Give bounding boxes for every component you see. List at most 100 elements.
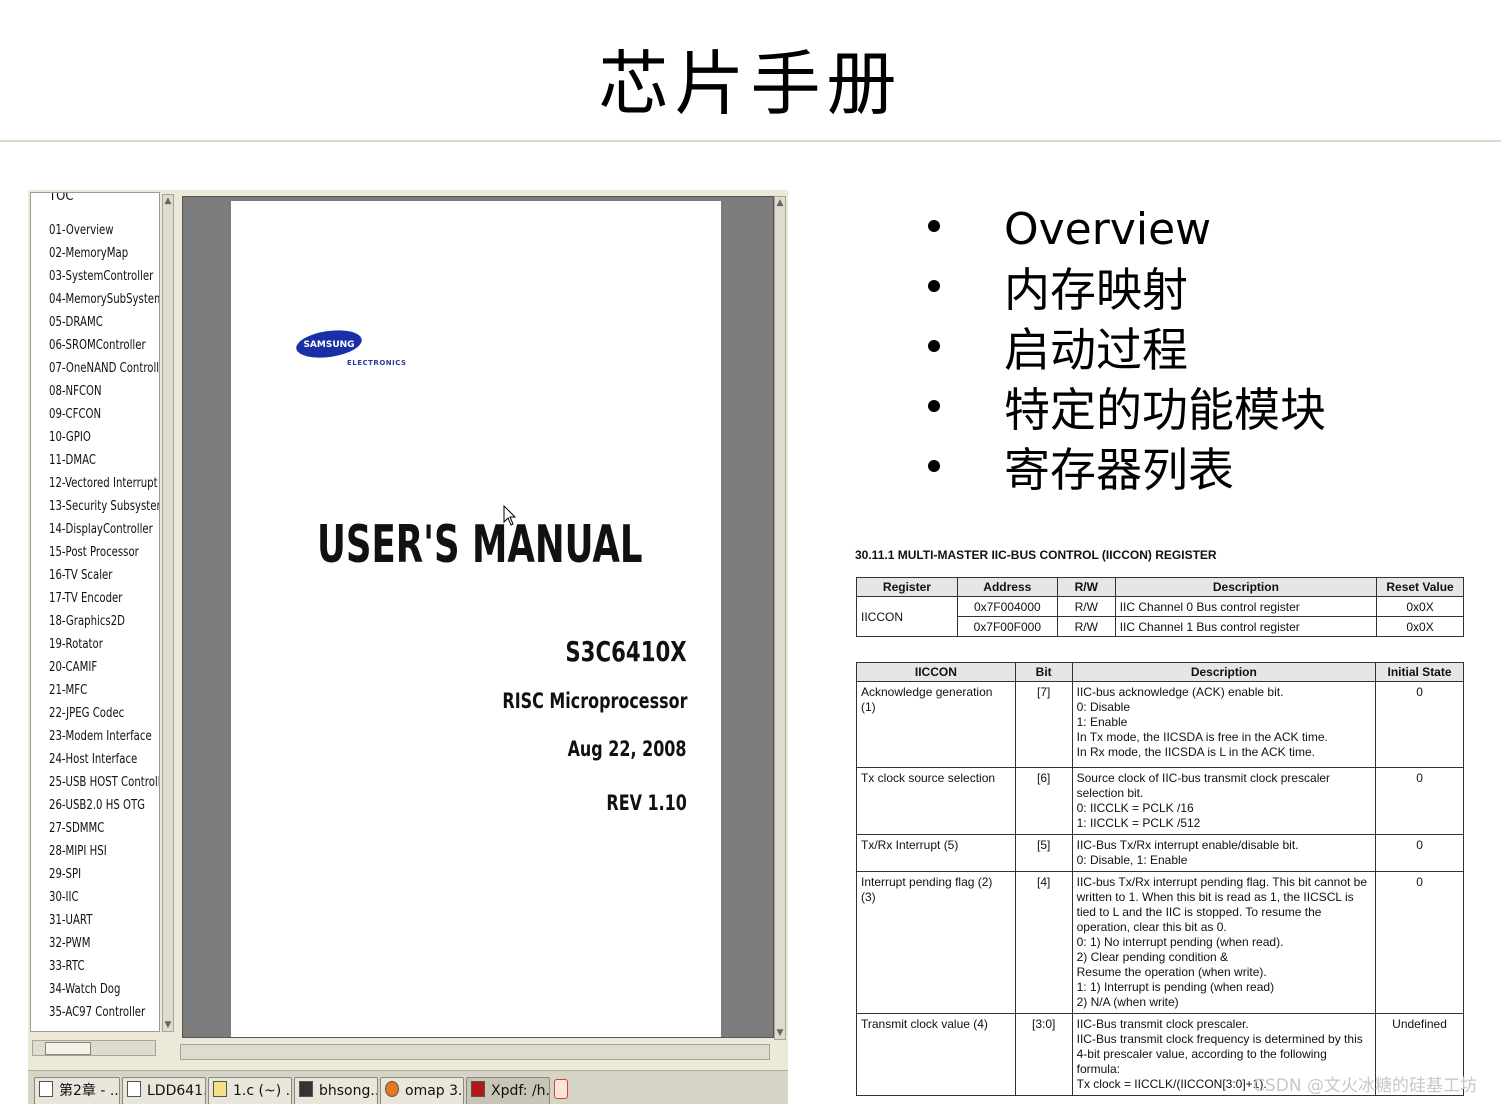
viewer-vertical-scrollbar[interactable]: ▲ ▼ [774, 196, 786, 1040]
toc-item[interactable]: 06-SROMController [49, 334, 146, 357]
toc-item[interactable]: 18-Graphics2D [49, 610, 125, 633]
toc-item[interactable]: 05-DRAMC [49, 311, 103, 334]
terminal-icon [299, 1081, 313, 1097]
field-initial: 0 [1375, 871, 1464, 1014]
toc-item[interactable]: 10-GPIO [49, 426, 91, 449]
scroll-thumb[interactable] [45, 1042, 91, 1055]
field-name: Acknowledge generation (1) [856, 681, 1016, 768]
task-button-browser[interactable]: omap 3... [380, 1077, 464, 1104]
toc-item[interactable]: 08-NFCON [49, 380, 102, 403]
manual-title: USER'S MANUAL [317, 515, 643, 575]
field-description: Source clock of IIC-bus transmit clock p… [1071, 767, 1377, 835]
toc-item[interactable]: 26-USB2.0 HS OTG [49, 794, 145, 817]
toc-vertical-scrollbar[interactable]: ▲ ▼ [162, 194, 174, 1032]
toc-item[interactable]: 03-SystemController [49, 265, 153, 288]
register-description: IIC Channel 1 Bus control register [1114, 616, 1378, 637]
toc-item[interactable]: 32-PWM [49, 932, 90, 955]
trash-icon[interactable] [554, 1079, 568, 1099]
table-row: Acknowledge generation (1) [7] IIC-bus a… [856, 681, 1464, 768]
viewer-horizontal-scrollbar[interactable] [180, 1044, 770, 1060]
toc-horizontal-scrollbar[interactable] [32, 1040, 156, 1056]
register-description: IIC Channel 0 Bus control register [1114, 596, 1378, 617]
toc-item[interactable]: 13-Security Subsystem [49, 495, 159, 518]
toc-item[interactable]: 31-UART [49, 909, 92, 932]
toc-item[interactable]: 02-MemoryMap [49, 242, 128, 265]
scroll-up-icon[interactable]: ▲ [775, 197, 785, 209]
scroll-up-icon[interactable]: ▲ [163, 195, 173, 207]
document-icon [127, 1081, 141, 1097]
task-label: Xpdf: /h... [491, 1083, 550, 1099]
task-button-ldd[interactable]: LDD641... [122, 1077, 206, 1104]
toc-item[interactable]: 11-DMAC [49, 449, 96, 472]
field-initial: 0 [1375, 767, 1464, 835]
column-header: Description [1071, 662, 1377, 682]
toc-item[interactable]: 25-USB HOST Controll [49, 771, 159, 794]
task-label: 1.c (~) ... [233, 1083, 291, 1099]
toc-item[interactable]: 29-SPI [49, 863, 81, 886]
toc-item[interactable]: 15-Post Processor [49, 541, 139, 564]
task-button-xpdf[interactable]: Xpdf: /h... [466, 1077, 550, 1104]
field-bit: [3:0] [1014, 1013, 1073, 1096]
bullet-icon [928, 280, 940, 292]
field-bit: [7] [1014, 681, 1073, 768]
toc-item[interactable]: 01-Overview [49, 219, 114, 242]
task-label: bhsong... [319, 1083, 378, 1099]
column-header: IICCON [856, 662, 1016, 682]
xpdf-icon [471, 1081, 485, 1097]
slide-title: 芯片手册 [598, 43, 903, 125]
field-bit: [5] [1014, 834, 1073, 872]
task-button-doc[interactable]: 第2章 - ... [34, 1077, 120, 1104]
watermark: CSDN @文火冰糖的硅基工坊 [1253, 1076, 1477, 1096]
toc-item[interactable]: 30-IIC [49, 886, 79, 909]
field-initial: 0 [1375, 681, 1464, 768]
toc-item[interactable]: 23-Modem Interface [49, 725, 152, 748]
register-reset: 0x0X [1376, 616, 1464, 637]
toc-item[interactable]: 09-CFCON [49, 403, 101, 426]
toc-item[interactable]: 22-JPEG Codec [49, 702, 124, 725]
toc-item[interactable]: 33-RTC [49, 955, 85, 978]
register-rw: R/W [1056, 596, 1116, 617]
manual-date: Aug 22, 2008 [568, 737, 687, 761]
column-header: Bit [1014, 662, 1073, 682]
bullet-icon [928, 340, 940, 352]
toc-item[interactable]: 16-TV Scaler [49, 564, 112, 587]
toc-item[interactable]: 21-MFC [49, 679, 87, 702]
scroll-down-icon[interactable]: ▼ [163, 1019, 173, 1031]
table-row: Interrupt pending flag (2) (3) [4] IIC-b… [856, 871, 1464, 1014]
field-bit: [4] [1014, 871, 1073, 1014]
field-name: Interrupt pending flag (2) (3) [856, 871, 1016, 1014]
taskbar: 第2章 - ... LDD641... 1.c (~) ... bhsong..… [28, 1070, 788, 1104]
document-icon [39, 1081, 53, 1097]
toc-item[interactable]: 34-Watch Dog [49, 978, 120, 1001]
task-button-terminal[interactable]: bhsong... [294, 1077, 378, 1104]
toc-item[interactable]: 27-SDMMC [49, 817, 104, 840]
toc-item[interactable]: 28-MIPI HSI [49, 840, 107, 863]
toc-item[interactable]: 17-TV Encoder [49, 587, 122, 610]
logo-subtitle: ELECTRONICS [347, 359, 407, 367]
column-header: Register [856, 577, 958, 597]
toc-item[interactable]: 12-Vectored Interrupt C [49, 472, 159, 495]
toc-item[interactable]: 04-MemorySubSystem [49, 288, 159, 311]
toc-item[interactable]: 14-DisplayController [49, 518, 153, 541]
toc-item[interactable]: 20-CAMIF [49, 656, 97, 679]
pdf-page: SAMSUNG ELECTRONICS USER'S MANUAL S3C641… [231, 201, 721, 1037]
field-initial: 0 [1375, 834, 1464, 872]
pdf-viewer: SAMSUNG ELECTRONICS USER'S MANUAL S3C641… [182, 196, 774, 1038]
field-bit: [6] [1014, 767, 1073, 835]
toc-item[interactable]: 07-OneNAND Controlle [49, 357, 159, 380]
toc-item[interactable]: 19-Rotator [49, 633, 103, 656]
samsung-logo: SAMSUNG [296, 330, 362, 358]
scroll-down-icon[interactable]: ▼ [775, 1027, 785, 1039]
toc-item[interactable]: 24-Host Interface [49, 748, 137, 771]
register-heading: 30.11.1 MULTI-MASTER IIC-BUS CONTROL (II… [855, 548, 1217, 562]
register-name: IICCON [856, 596, 958, 637]
task-button-editor[interactable]: 1.c (~) ... [208, 1077, 292, 1104]
editor-icon [213, 1081, 227, 1097]
register-summary-table: Register Address R/W Description Reset V… [856, 577, 1464, 637]
manual-revision: REV 1.10 [606, 791, 687, 815]
column-header: Address [956, 577, 1058, 597]
field-description: IIC-bus Tx/Rx interrupt pending flag. Th… [1071, 871, 1377, 1014]
field-description: IIC-Bus Tx/Rx interrupt enable/disable b… [1071, 834, 1377, 872]
field-name: Tx clock source selection [856, 767, 1016, 835]
toc-item[interactable]: 35-AC97 Controller [49, 1001, 145, 1024]
